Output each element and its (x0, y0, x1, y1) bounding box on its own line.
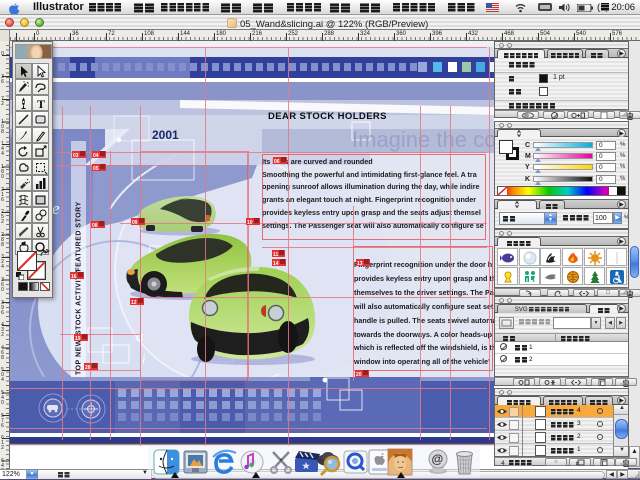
svg-text:T: T (37, 97, 45, 110)
svg-text:e: e (52, 199, 60, 218)
svg-text:@: @ (432, 452, 444, 466)
